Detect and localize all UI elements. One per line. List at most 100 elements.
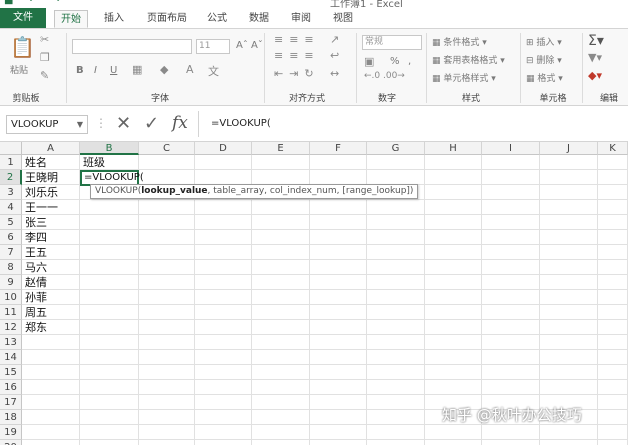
column-header-e[interactable]: E: [252, 142, 310, 155]
row-header-8[interactable]: 8: [0, 260, 22, 275]
column-header-h[interactable]: H: [425, 142, 482, 155]
number-format-select[interactable]: 常规: [362, 35, 422, 50]
font-grow-shrink-icon[interactable]: Aˆ Aˇ: [236, 40, 263, 51]
row-header-13[interactable]: 13: [0, 335, 22, 350]
indent-icons[interactable]: ⇤⇥↻: [274, 67, 320, 80]
align-top-icons[interactable]: ≡≡≡: [274, 33, 320, 46]
conditional-format-button[interactable]: ▦ 条件格式 ▾: [432, 35, 487, 48]
row-header-2[interactable]: 2: [0, 170, 22, 185]
column-header-f[interactable]: F: [310, 142, 367, 155]
cell-a8[interactable]: 马六: [23, 260, 47, 275]
row-header-16[interactable]: 16: [0, 380, 22, 395]
cancel-icon[interactable]: ✕: [116, 113, 131, 135]
row-header-15[interactable]: 15: [0, 365, 22, 380]
insert-function-icon[interactable]: fx: [172, 113, 188, 133]
row-header-10[interactable]: 10: [0, 290, 22, 305]
column-header-b[interactable]: B: [80, 142, 139, 155]
formula-bar-splitter[interactable]: ⋮: [95, 116, 107, 130]
column-header-i[interactable]: I: [482, 142, 540, 155]
format-painter-icon[interactable]: ✎: [40, 69, 49, 82]
merge-center-icon[interactable]: ↔: [330, 67, 339, 80]
phonetic-icon[interactable]: 文: [208, 63, 219, 79]
tab-view[interactable]: 视图: [328, 10, 358, 28]
border-icon[interactable]: ▦: [132, 63, 142, 76]
insert-cells-button[interactable]: ⊞ 插入 ▾: [526, 35, 562, 48]
font-name-select[interactable]: [72, 39, 192, 54]
orientation-icon[interactable]: ↗: [330, 33, 339, 46]
row-header-9[interactable]: 9: [0, 275, 22, 290]
group-number-label: 数字: [377, 94, 396, 104]
underline-button[interactable]: U: [110, 65, 117, 76]
column-header-g[interactable]: G: [367, 142, 425, 155]
group-separator: [426, 33, 427, 103]
chevron-down-icon[interactable]: ▼: [77, 116, 83, 133]
paste-label[interactable]: 粘贴: [10, 63, 28, 76]
copy-icon[interactable]: ❐: [40, 51, 50, 64]
format-cells-button[interactable]: ▦ 格式 ▾: [526, 71, 563, 84]
column-header-c[interactable]: C: [139, 142, 195, 155]
row-gridline: [22, 229, 628, 230]
row-header-14[interactable]: 14: [0, 350, 22, 365]
row-header-3[interactable]: 3: [0, 185, 22, 200]
column-header-a[interactable]: A: [22, 142, 80, 155]
row-header-12[interactable]: 12: [0, 320, 22, 335]
row-header-7[interactable]: 7: [0, 245, 22, 260]
select-all-corner[interactable]: [0, 142, 22, 155]
cell-a9[interactable]: 赵倩: [23, 275, 47, 290]
row-header-18[interactable]: 18: [0, 410, 22, 425]
enter-icon[interactable]: ✓: [144, 113, 159, 135]
wrap-text-icon[interactable]: ↩: [330, 49, 339, 62]
tab-data[interactable]: 数据: [244, 10, 274, 28]
cell-a2[interactable]: 王晓明: [23, 170, 58, 185]
format-as-table-button[interactable]: ▦ 套用表格格式 ▾: [432, 53, 505, 66]
cell-b1[interactable]: 班级: [81, 155, 105, 170]
row-header-19[interactable]: 19: [0, 425, 22, 440]
name-box[interactable]: VLOOKUP ▼: [6, 115, 88, 134]
align-left-icons[interactable]: ≡≡≡: [274, 49, 320, 62]
column-header-d[interactable]: D: [195, 142, 252, 155]
cell-a7[interactable]: 王五: [23, 245, 47, 260]
row-header-20[interactable]: 20: [0, 440, 22, 445]
row-header-6[interactable]: 6: [0, 230, 22, 245]
row-header-5[interactable]: 5: [0, 215, 22, 230]
currency-icon[interactable]: ▣: [364, 55, 374, 68]
tab-home[interactable]: 开始: [54, 10, 88, 28]
tab-file[interactable]: 文件: [0, 8, 46, 28]
cell-styles-button[interactable]: ▦ 单元格样式 ▾: [432, 71, 496, 84]
quick-access-toolbar[interactable]: ■ ↶ ↷: [4, 0, 67, 6]
formula-input[interactable]: =VLOOKUP(: [198, 111, 628, 137]
column-header-j[interactable]: J: [540, 142, 598, 155]
cell-a10[interactable]: 孙菲: [23, 290, 47, 305]
worksheet-grid[interactable]: A B C D E F G H I J K 1 2 3 4 5 6 7 8 9 10 11 12 13 14 15 16 17 18 19…: [0, 142, 628, 445]
cell-a6[interactable]: 李四: [23, 230, 47, 245]
fill-icon[interactable]: ▼▾: [588, 51, 602, 64]
cell-a5[interactable]: 张三: [23, 215, 47, 230]
cell-a1[interactable]: 姓名: [23, 155, 47, 170]
row-header-4[interactable]: 4: [0, 200, 22, 215]
comma-button[interactable]: ,: [408, 56, 411, 67]
cell-a3[interactable]: 刘乐乐: [23, 185, 58, 200]
column-header-k[interactable]: K: [598, 142, 628, 155]
cell-a11[interactable]: 周五: [23, 305, 47, 320]
cell-a12[interactable]: 郑东: [23, 320, 47, 335]
tab-page-layout[interactable]: 页面布局: [140, 10, 194, 28]
fill-color-icon[interactable]: ◆: [160, 63, 168, 76]
italic-button[interactable]: I: [94, 65, 97, 76]
cut-icon[interactable]: ✂: [40, 33, 49, 46]
tab-insert[interactable]: 插入: [98, 10, 130, 28]
delete-cells-button[interactable]: ⊟ 删除 ▾: [526, 53, 562, 66]
tab-review[interactable]: 审阅: [286, 10, 316, 28]
row-header-1[interactable]: 1: [0, 155, 22, 170]
decimal-icons[interactable]: ←.0 .00→: [364, 71, 405, 81]
autosum-icon[interactable]: Σ▾: [588, 33, 604, 49]
paste-icon[interactable]: 📋: [10, 35, 35, 59]
row-header-11[interactable]: 11: [0, 305, 22, 320]
bold-button[interactable]: B: [76, 65, 84, 76]
row-header-17[interactable]: 17: [0, 395, 22, 410]
cell-a4[interactable]: 王一一: [23, 200, 58, 215]
tab-formulas[interactable]: 公式: [202, 10, 232, 28]
font-color-icon[interactable]: A: [186, 63, 194, 76]
font-size-select[interactable]: 11: [196, 39, 230, 54]
percent-button[interactable]: %: [390, 56, 400, 67]
clear-icon[interactable]: ◆▾: [588, 69, 602, 82]
